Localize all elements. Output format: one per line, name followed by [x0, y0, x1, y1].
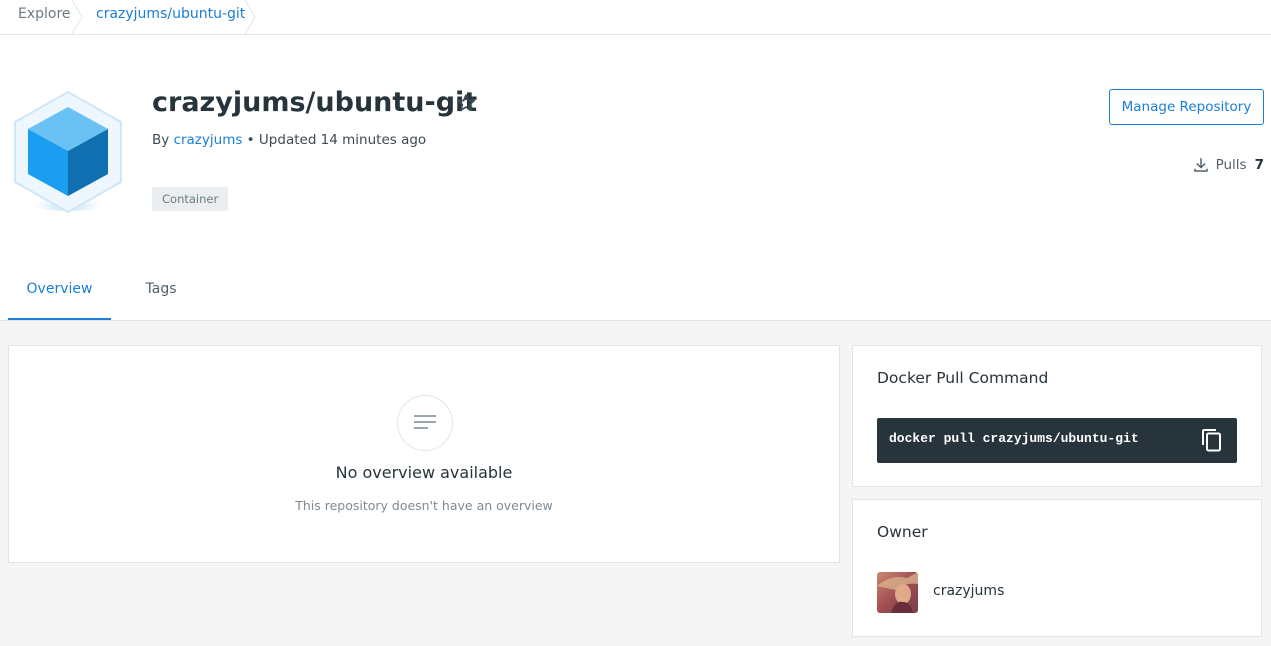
tab-overview[interactable]: Overview	[8, 263, 111, 320]
cube-logo	[14, 90, 122, 214]
owner-link[interactable]: crazyjums	[174, 132, 243, 148]
download-icon	[1193, 158, 1208, 172]
breadcrumb: Explore crazyjums/ubuntu-git	[0, 0, 1271, 35]
byline-prefix: By	[152, 132, 170, 148]
manage-repository-button[interactable]: Manage Repository	[1109, 89, 1264, 125]
overview-panel: No overview available This repository do…	[8, 345, 840, 563]
page-title: crazyjums/ubuntu-git	[152, 87, 478, 118]
repo-byline: By crazyjums • Updated 14 minutes ago	[152, 132, 426, 148]
avatar[interactable]	[877, 572, 918, 613]
owner-name[interactable]: crazyjums	[933, 583, 1004, 599]
owner-panel: Owner crazyjums	[852, 499, 1262, 637]
pulls-stat: Pulls 7	[1192, 155, 1264, 175]
star-icon[interactable]	[456, 93, 476, 113]
breadcrumb-explore[interactable]: Explore	[18, 0, 71, 34]
owner-title: Owner	[877, 523, 928, 541]
breadcrumb-separator-icon	[71, 0, 83, 34]
pull-command-panel: Docker Pull Command docker pull crazyjum…	[852, 345, 1262, 487]
empty-overview-title: No overview available	[335, 463, 513, 482]
pulls-label: Pulls	[1215, 157, 1247, 173]
repo-header: crazyjums/ubuntu-git By crazyjums • Upda…	[0, 35, 1271, 321]
copy-icon[interactable]	[1201, 428, 1223, 452]
pulls-count: 7	[1254, 157, 1264, 173]
empty-overview-subtitle: This repository doesn't have an overview	[295, 498, 553, 513]
breadcrumb-separator-icon	[244, 0, 256, 34]
lines-icon	[397, 395, 453, 451]
pull-command-box: docker pull crazyjums/ubuntu-git	[877, 418, 1237, 463]
pull-command-title: Docker Pull Command	[877, 369, 1049, 387]
tab-tags[interactable]: Tags	[128, 263, 194, 320]
pull-command-text[interactable]: docker pull crazyjums/ubuntu-git	[889, 431, 1139, 446]
breadcrumb-repo[interactable]: crazyjums/ubuntu-git	[96, 0, 245, 34]
updated-text: • Updated 14 minutes ago	[246, 132, 427, 148]
type-badge: Container	[152, 187, 229, 211]
